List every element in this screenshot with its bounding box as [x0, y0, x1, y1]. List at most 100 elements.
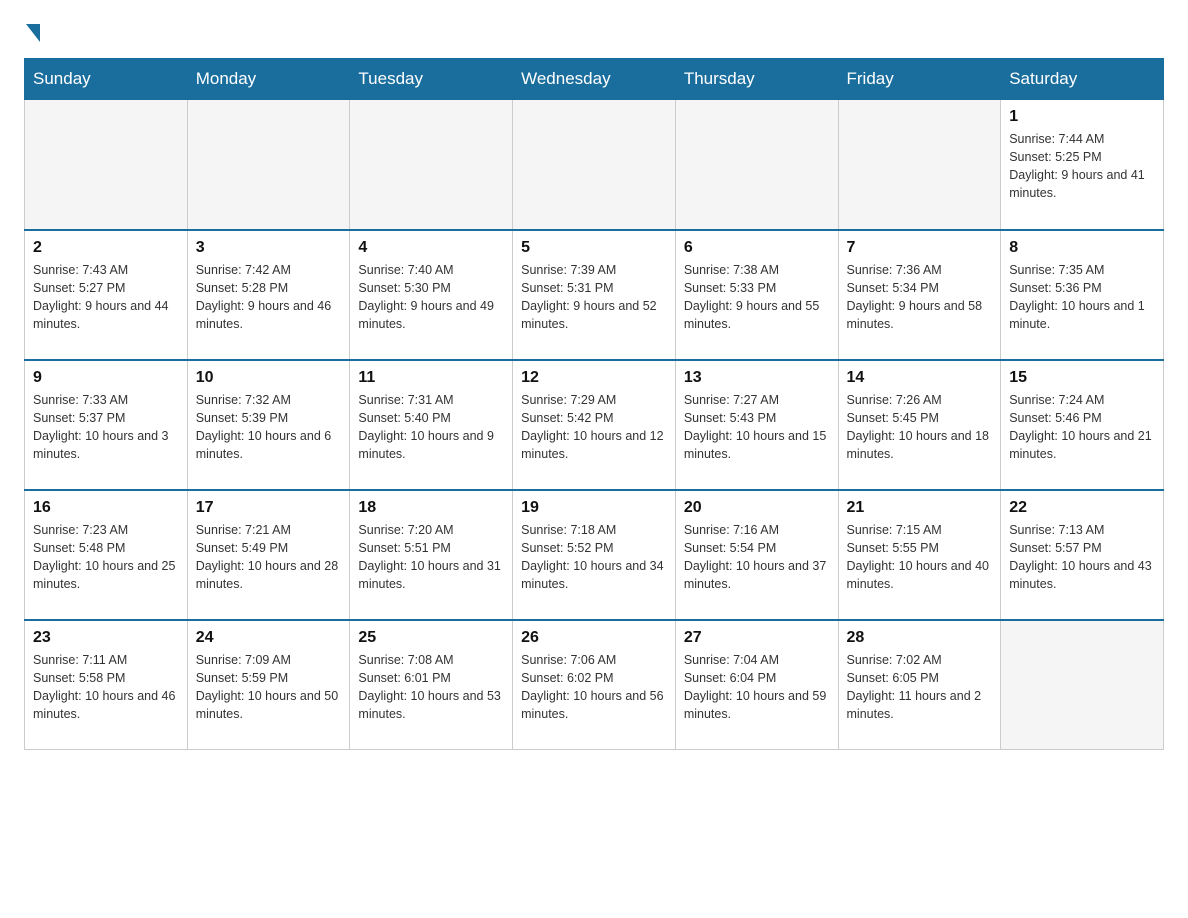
day-number: 13: [684, 369, 830, 387]
calendar-week-row: 2Sunrise: 7:43 AM Sunset: 5:27 PM Daylig…: [25, 230, 1164, 360]
calendar-day-cell: 4Sunrise: 7:40 AM Sunset: 5:30 PM Daylig…: [350, 230, 513, 360]
calendar-day-cell: 3Sunrise: 7:42 AM Sunset: 5:28 PM Daylig…: [187, 230, 350, 360]
calendar-day-cell: 18 Sunrise: 7:20 AM Sunset: 5:51 PM Dayli…: [350, 490, 513, 620]
calendar-day-cell: 14 Sunrise: 7:26 AM Sunset: 5:45 PM Dayli…: [838, 360, 1001, 490]
day-number: 18: [358, 499, 504, 517]
col-header-sunday: Sunday: [25, 59, 188, 100]
day-info: Sunrise: 7:42 AM Sunset: 5:28 PM Dayligh…: [196, 261, 342, 334]
calendar-day-cell: 7 Sunrise: 7:36 AM Sunset: 5:34 PM Daylig…: [838, 230, 1001, 360]
col-header-thursday: Thursday: [675, 59, 838, 100]
day-number: 1: [1009, 108, 1155, 126]
calendar-day-cell: 6 Sunrise: 7:38 AM Sunset: 5:33 PM Daylig…: [675, 230, 838, 360]
calendar-day-cell: [350, 100, 513, 230]
day-number: 19: [521, 499, 667, 517]
calendar-day-cell: 16 Sunrise: 7:23 AM Sunset: 5:48 PM Dayli…: [25, 490, 188, 620]
col-header-saturday: Saturday: [1001, 59, 1164, 100]
day-info: Sunrise: 7:02 AM Sunset: 6:05 PM Dayligh…: [847, 651, 993, 724]
logo: [24, 24, 42, 42]
day-info: Sunrise: 7:33 AM Sunset: 5:37 PM Dayligh…: [33, 391, 179, 464]
calendar-day-cell: 25 Sunrise: 7:08 AM Sunset: 6:01 PM Dayli…: [350, 620, 513, 750]
day-info: Sunrise: 7:44 AM Sunset: 5:25 PM Dayligh…: [1009, 130, 1155, 203]
calendar-day-cell: 26Sunrise: 7:06 AM Sunset: 6:02 PM Dayli…: [513, 620, 676, 750]
day-info: Sunrise: 7:32 AM Sunset: 5:39 PM Dayligh…: [196, 391, 342, 464]
calendar-day-cell: 24 Sunrise: 7:09 AM Sunset: 5:59 PM Dayli…: [187, 620, 350, 750]
calendar-header-row: SundayMondayTuesdayWednesdayThursdayFrid…: [25, 59, 1164, 100]
calendar-week-row: 23 Sunrise: 7:11 AM Sunset: 5:58 PM Dayli…: [25, 620, 1164, 750]
day-number: 11: [358, 369, 504, 387]
calendar-day-cell: 13 Sunrise: 7:27 AM Sunset: 5:43 PM Dayli…: [675, 360, 838, 490]
calendar-day-cell: [1001, 620, 1164, 750]
calendar-day-cell: 10 Sunrise: 7:32 AM Sunset: 5:39 PM Dayli…: [187, 360, 350, 490]
calendar-day-cell: 22 Sunrise: 7:13 AM Sunset: 5:57 PM Dayli…: [1001, 490, 1164, 620]
day-info: Sunrise: 7:38 AM Sunset: 5:33 PM Dayligh…: [684, 261, 830, 334]
calendar-week-row: 16 Sunrise: 7:23 AM Sunset: 5:48 PM Dayli…: [25, 490, 1164, 620]
day-number: 10: [196, 369, 342, 387]
day-number: 5: [521, 239, 667, 257]
day-number: 7: [847, 239, 993, 257]
day-info: Sunrise: 7:36 AM Sunset: 5:34 PM Dayligh…: [847, 261, 993, 334]
day-number: 21: [847, 499, 993, 517]
calendar-day-cell: 21 Sunrise: 7:15 AM Sunset: 5:55 PM Dayli…: [838, 490, 1001, 620]
day-number: 28: [847, 629, 993, 647]
calendar-day-cell: 20 Sunrise: 7:16 AM Sunset: 5:54 PM Dayli…: [675, 490, 838, 620]
day-info: Sunrise: 7:26 AM Sunset: 5:45 PM Dayligh…: [847, 391, 993, 464]
day-info: Sunrise: 7:27 AM Sunset: 5:43 PM Dayligh…: [684, 391, 830, 464]
day-info: Sunrise: 7:21 AM Sunset: 5:49 PM Dayligh…: [196, 521, 342, 594]
day-number: 22: [1009, 499, 1155, 517]
day-info: Sunrise: 7:24 AM Sunset: 5:46 PM Dayligh…: [1009, 391, 1155, 464]
day-info: Sunrise: 7:15 AM Sunset: 5:55 PM Dayligh…: [847, 521, 993, 594]
col-header-wednesday: Wednesday: [513, 59, 676, 100]
calendar-day-cell: 15 Sunrise: 7:24 AM Sunset: 5:46 PM Dayli…: [1001, 360, 1164, 490]
day-number: 14: [847, 369, 993, 387]
day-info: Sunrise: 7:16 AM Sunset: 5:54 PM Dayligh…: [684, 521, 830, 594]
day-info: Sunrise: 7:31 AM Sunset: 5:40 PM Dayligh…: [358, 391, 504, 464]
day-number: 24: [196, 629, 342, 647]
calendar-day-cell: [187, 100, 350, 230]
calendar-day-cell: [675, 100, 838, 230]
day-info: Sunrise: 7:11 AM Sunset: 5:58 PM Dayligh…: [33, 651, 179, 724]
page-header: [24, 24, 1164, 42]
day-number: 26: [521, 629, 667, 647]
calendar-week-row: 1 Sunrise: 7:44 AM Sunset: 5:25 PM Daylig…: [25, 100, 1164, 230]
day-number: 16: [33, 499, 179, 517]
calendar-day-cell: 28 Sunrise: 7:02 AM Sunset: 6:05 PM Dayli…: [838, 620, 1001, 750]
col-header-friday: Friday: [838, 59, 1001, 100]
col-header-monday: Monday: [187, 59, 350, 100]
calendar-day-cell: 17 Sunrise: 7:21 AM Sunset: 5:49 PM Dayli…: [187, 490, 350, 620]
logo-arrow-icon: [26, 24, 40, 42]
day-number: 12: [521, 369, 667, 387]
day-info: Sunrise: 7:18 AM Sunset: 5:52 PM Dayligh…: [521, 521, 667, 594]
day-number: 27: [684, 629, 830, 647]
day-number: 20: [684, 499, 830, 517]
day-info: Sunrise: 7:39 AM Sunset: 5:31 PM Dayligh…: [521, 261, 667, 334]
day-info: Sunrise: 7:04 AM Sunset: 6:04 PM Dayligh…: [684, 651, 830, 724]
day-info: Sunrise: 7:20 AM Sunset: 5:51 PM Dayligh…: [358, 521, 504, 594]
day-info: Sunrise: 7:35 AM Sunset: 5:36 PM Dayligh…: [1009, 261, 1155, 334]
day-number: 8: [1009, 239, 1155, 257]
calendar-day-cell: 8 Sunrise: 7:35 AM Sunset: 5:36 PM Daylig…: [1001, 230, 1164, 360]
calendar-day-cell: [25, 100, 188, 230]
calendar-table: SundayMondayTuesdayWednesdayThursdayFrid…: [24, 58, 1164, 750]
day-number: 15: [1009, 369, 1155, 387]
calendar-day-cell: 2Sunrise: 7:43 AM Sunset: 5:27 PM Daylig…: [25, 230, 188, 360]
calendar-day-cell: 11 Sunrise: 7:31 AM Sunset: 5:40 PM Dayli…: [350, 360, 513, 490]
day-info: Sunrise: 7:23 AM Sunset: 5:48 PM Dayligh…: [33, 521, 179, 594]
day-number: 25: [358, 629, 504, 647]
calendar-day-cell: 9Sunrise: 7:33 AM Sunset: 5:37 PM Daylig…: [25, 360, 188, 490]
day-info: Sunrise: 7:29 AM Sunset: 5:42 PM Dayligh…: [521, 391, 667, 464]
day-number: 6: [684, 239, 830, 257]
day-info: Sunrise: 7:13 AM Sunset: 5:57 PM Dayligh…: [1009, 521, 1155, 594]
day-info: Sunrise: 7:09 AM Sunset: 5:59 PM Dayligh…: [196, 651, 342, 724]
calendar-day-cell: 1 Sunrise: 7:44 AM Sunset: 5:25 PM Daylig…: [1001, 100, 1164, 230]
calendar-day-cell: 12 Sunrise: 7:29 AM Sunset: 5:42 PM Dayli…: [513, 360, 676, 490]
calendar-day-cell: [513, 100, 676, 230]
day-number: 23: [33, 629, 179, 647]
calendar-day-cell: 5 Sunrise: 7:39 AM Sunset: 5:31 PM Daylig…: [513, 230, 676, 360]
calendar-day-cell: 19 Sunrise: 7:18 AM Sunset: 5:52 PM Dayli…: [513, 490, 676, 620]
day-number: 17: [196, 499, 342, 517]
day-info: Sunrise: 7:08 AM Sunset: 6:01 PM Dayligh…: [358, 651, 504, 724]
calendar-day-cell: [838, 100, 1001, 230]
day-info: Sunrise: 7:40 AM Sunset: 5:30 PM Dayligh…: [358, 261, 504, 334]
day-info: Sunrise: 7:43 AM Sunset: 5:27 PM Dayligh…: [33, 261, 179, 334]
calendar-day-cell: 27 Sunrise: 7:04 AM Sunset: 6:04 PM Dayli…: [675, 620, 838, 750]
